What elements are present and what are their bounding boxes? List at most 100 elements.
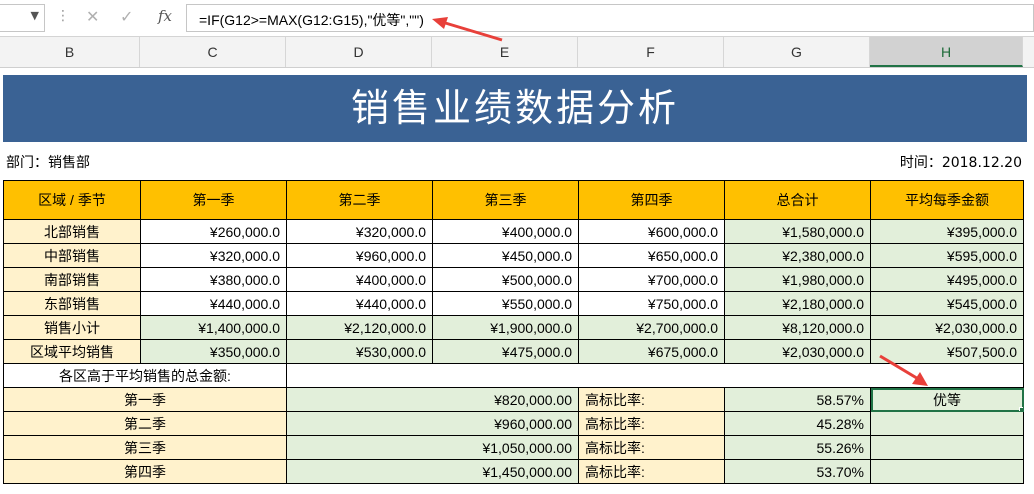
quarter-amount-cell[interactable]: ¥1,450,000.00 — [286, 459, 579, 484]
ratio-cell[interactable]: 58.57% — [724, 387, 871, 412]
column-headers: B C D E F G H — [0, 37, 1034, 68]
above-average-label[interactable]: 各区高于平均销售的总金额: — [3, 363, 287, 388]
quarter-row: 第三季 ¥1,050,000.00 高标比率: 55.26% — [3, 435, 1024, 460]
value-cell[interactable]: ¥700,000.0 — [578, 267, 725, 292]
header-cell[interactable]: 总合计 — [724, 180, 871, 220]
total-cell[interactable]: ¥2,030,000.0 — [724, 339, 871, 364]
insert-function-icon[interactable]: fx — [158, 7, 172, 25]
arrow-to-formula-icon — [432, 17, 503, 42]
region-cell[interactable]: 中部销售 — [3, 243, 141, 268]
average-cell[interactable]: ¥595,000.0 — [870, 243, 1024, 268]
quarter-row: 第四季 ¥1,450,000.00 高标比率: 53.70% — [3, 459, 1024, 484]
ratio-label-cell[interactable]: 高标比率: — [578, 387, 725, 412]
column-header-h[interactable]: H — [870, 37, 1023, 67]
fill-handle[interactable] — [1019, 407, 1023, 411]
value-cell[interactable]: ¥960,000.0 — [286, 243, 433, 268]
value-cell[interactable]: ¥320,000.0 — [286, 219, 433, 244]
subtotal-cell[interactable]: ¥1,900,000.0 — [432, 315, 579, 340]
value-cell[interactable]: ¥550,000.0 — [432, 291, 579, 316]
total-cell[interactable]: ¥8,120,000.0 — [724, 315, 871, 340]
quarter-name-cell[interactable]: 第三季 — [3, 435, 287, 460]
column-header-d[interactable]: D — [286, 37, 432, 67]
average-cell[interactable]: ¥395,000.0 — [870, 219, 1024, 244]
time-label[interactable]: 时间：2018.12.20 — [900, 152, 1022, 172]
ratio-cell[interactable]: 55.26% — [724, 435, 871, 460]
ratio-cell[interactable]: 53.70% — [724, 459, 871, 484]
subtotal-cell[interactable]: ¥1,400,000.0 — [140, 315, 287, 340]
region-cell[interactable]: 北部销售 — [3, 219, 141, 244]
average-cell[interactable]: ¥495,000.0 — [870, 267, 1024, 292]
total-cell[interactable]: ¥2,180,000.0 — [724, 291, 871, 316]
chevron-down-icon[interactable]: ▼ — [31, 9, 39, 22]
quarter-row: 第二季 ¥960,000.00 高标比率: 45.28% — [3, 411, 1024, 436]
quarter-amount-cell[interactable]: ¥820,000.00 — [286, 387, 579, 412]
header-row: 区域 / 季节 第一季 第二季 第三季 第四季 总合计 平均每季金额 — [3, 180, 1024, 220]
formula-text: =IF(G12>=MAX(G12:G15),"优等","") — [199, 12, 424, 28]
confirm-icon[interactable]: ✓ — [120, 7, 133, 26]
value-cell[interactable]: ¥400,000.0 — [286, 267, 433, 292]
header-cell[interactable]: 第二季 — [286, 180, 433, 220]
subtotal-row: 销售小计 ¥1,400,000.0 ¥2,120,000.0 ¥1,900,00… — [3, 315, 1024, 340]
quarter-name-cell[interactable]: 第四季 — [3, 459, 287, 484]
department-label[interactable]: 部门：销售部 — [6, 152, 90, 172]
header-cell[interactable]: 第三季 — [432, 180, 579, 220]
region-cell[interactable]: 南部销售 — [3, 267, 141, 292]
column-header-b[interactable]: B — [0, 37, 140, 67]
subtotal-cell[interactable]: ¥2,700,000.0 — [578, 315, 725, 340]
total-cell[interactable]: ¥2,380,000.0 — [724, 243, 871, 268]
sales-table: 区域 / 季节 第一季 第二季 第三季 第四季 总合计 平均每季金额 北部销售 … — [3, 180, 1024, 484]
ratio-label-cell[interactable]: 高标比率: — [578, 459, 725, 484]
header-cell[interactable]: 平均每季金额 — [870, 180, 1024, 220]
quarter-name-cell[interactable]: 第二季 — [3, 411, 287, 436]
total-cell[interactable]: ¥1,580,000.0 — [724, 219, 871, 244]
grade-cell[interactable] — [870, 435, 1024, 460]
value-cell[interactable]: ¥320,000.0 — [140, 243, 287, 268]
quarter-row: 第一季 ¥820,000.00 高标比率: 58.57% 优等 — [3, 387, 1024, 412]
value-cell[interactable]: ¥500,000.0 — [432, 267, 579, 292]
arrow-to-cell-icon — [879, 354, 928, 386]
grade-text: 优等 — [933, 391, 961, 408]
ratio-label-cell[interactable]: 高标比率: — [578, 411, 725, 436]
region-cell[interactable]: 区域平均销售 — [3, 339, 141, 364]
ratio-cell[interactable]: 45.28% — [724, 411, 871, 436]
quarter-amount-cell[interactable]: ¥1,050,000.00 — [286, 435, 579, 460]
formula-input[interactable]: =IF(G12>=MAX(G12:G15),"优等","") — [186, 4, 1034, 32]
quarter-name-cell[interactable]: 第一季 — [3, 387, 287, 412]
name-box[interactable]: ▼ — [0, 4, 45, 32]
value-cell[interactable]: ¥450,000.0 — [432, 243, 579, 268]
formula-bar: ▼ ⋮ ✕ ✓ fx =IF(G12>=MAX(G12:G15),"优等",""… — [0, 0, 1034, 37]
header-cell[interactable]: 第四季 — [578, 180, 725, 220]
sheet-title[interactable]: 销售业绩数据分析 — [3, 75, 1027, 142]
cancel-icon[interactable]: ✕ — [86, 7, 99, 26]
average-cell[interactable]: ¥350,000.0 — [140, 339, 287, 364]
region-cell[interactable]: 东部销售 — [3, 291, 141, 316]
table-row: 南部销售 ¥380,000.0 ¥400,000.0 ¥500,000.0 ¥7… — [3, 267, 1024, 292]
average-cell[interactable]: ¥475,000.0 — [432, 339, 579, 364]
ratio-label-cell[interactable]: 高标比率: — [578, 435, 725, 460]
average-cell[interactable]: ¥530,000.0 — [286, 339, 433, 364]
table-row: 北部销售 ¥260,000.0 ¥320,000.0 ¥400,000.0 ¥6… — [3, 219, 1024, 244]
value-cell[interactable]: ¥600,000.0 — [578, 219, 725, 244]
average-row: 区域平均销售 ¥350,000.0 ¥530,000.0 ¥475,000.0 … — [3, 339, 1024, 364]
value-cell[interactable]: ¥380,000.0 — [140, 267, 287, 292]
average-cell[interactable]: ¥545,000.0 — [870, 291, 1024, 316]
value-cell[interactable]: ¥650,000.0 — [578, 243, 725, 268]
header-cell[interactable]: 第一季 — [140, 180, 287, 220]
column-header-g[interactable]: G — [724, 37, 870, 67]
region-cell[interactable]: 销售小计 — [3, 315, 141, 340]
value-cell[interactable]: ¥440,000.0 — [140, 291, 287, 316]
average-cell[interactable]: ¥2,030,000.0 — [870, 315, 1024, 340]
value-cell[interactable]: ¥750,000.0 — [578, 291, 725, 316]
header-cell[interactable]: 区域 / 季节 — [3, 180, 141, 220]
total-cell[interactable]: ¥1,980,000.0 — [724, 267, 871, 292]
grade-cell[interactable] — [870, 411, 1024, 436]
quarter-amount-cell[interactable]: ¥960,000.00 — [286, 411, 579, 436]
column-header-c[interactable]: C — [140, 37, 286, 67]
subtotal-cell[interactable]: ¥2,120,000.0 — [286, 315, 433, 340]
value-cell[interactable]: ¥400,000.0 — [432, 219, 579, 244]
column-header-f[interactable]: F — [578, 37, 724, 67]
value-cell[interactable]: ¥440,000.0 — [286, 291, 433, 316]
average-cell[interactable]: ¥675,000.0 — [578, 339, 725, 364]
grade-cell[interactable] — [870, 459, 1024, 484]
value-cell[interactable]: ¥260,000.0 — [140, 219, 287, 244]
